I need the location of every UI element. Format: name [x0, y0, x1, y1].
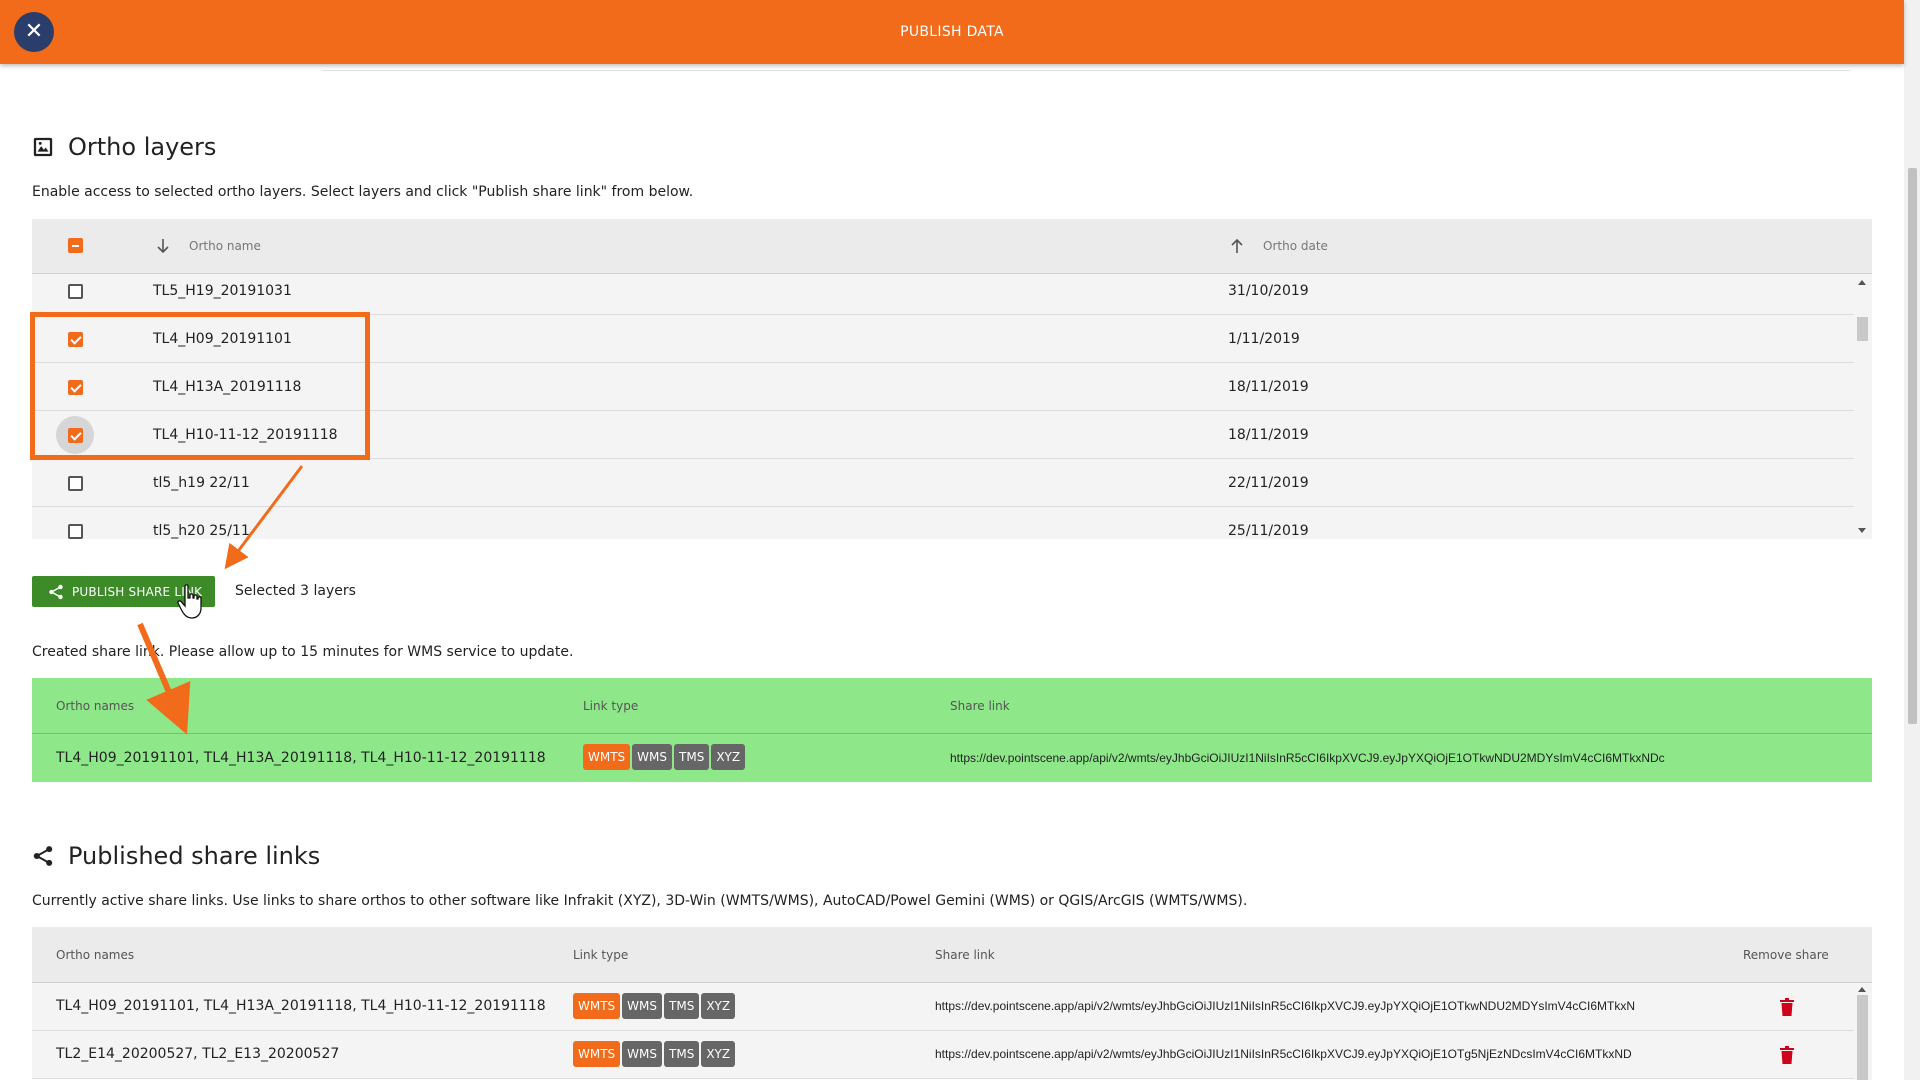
row-checkbox[interactable]: [68, 524, 83, 539]
select-all-checkbox[interactable]: [68, 238, 83, 253]
column-link-type: Link type: [583, 699, 639, 713]
column-ortho-date[interactable]: Ortho date: [1263, 219, 1328, 274]
annotation-arrows: [137, 465, 304, 735]
top-divider: [322, 70, 1850, 71]
ortho-table-scrollbar[interactable]: [1854, 274, 1872, 539]
chip-wms[interactable]: WMS: [622, 1041, 663, 1067]
ortho-section-title: Ortho layers: [32, 133, 216, 161]
page-scrollbar-thumb[interactable]: [1908, 168, 1917, 724]
chip-tms[interactable]: TMS: [674, 744, 710, 770]
created-share-info: Created share link. Please allow up to 1…: [32, 644, 574, 660]
sort-up-icon[interactable]: [1229, 237, 1245, 255]
column-ortho-names: Ortho names: [56, 699, 135, 713]
row-checkbox[interactable]: [68, 332, 83, 347]
table-row[interactable]: tl5_h19 22/11 22/11/2019: [32, 459, 1854, 507]
table-row: TL2_E14_20200527, TL2_E13_20200527 WMTS …: [32, 1031, 1854, 1079]
top-bar: ✕ PUBLISH DATA: [0, 0, 1904, 64]
chip-xyz[interactable]: XYZ: [701, 1041, 736, 1067]
published-ortho-names: TL2_E14_20200527, TL2_E13_20200527: [56, 1046, 340, 1062]
column-share-link: Share link: [950, 699, 1010, 713]
ortho-date: 31/10/2019: [1228, 283, 1309, 299]
published-table-scrollbar[interactable]: [1854, 983, 1872, 1080]
table-row[interactable]: TL5_H19_20191031 31/10/2019: [32, 274, 1854, 315]
ortho-description: Enable access to selected ortho layers. …: [32, 184, 694, 200]
table-row: TL4_H09_20191101, TL4_H13A_20191118, TL4…: [32, 983, 1854, 1031]
created-table-header: Ortho names Link type Share link: [32, 678, 1872, 734]
link-type-chips: WMTS WMS TMS XYZ: [583, 744, 746, 770]
row-checkbox[interactable]: [68, 284, 83, 299]
ortho-table-body: TL5_H19_20191031 31/10/2019 TL4_H09_2019…: [32, 274, 1854, 539]
ortho-date: 25/11/2019: [1228, 523, 1309, 539]
chip-wmts[interactable]: WMTS: [583, 744, 631, 770]
trash-icon[interactable]: [1780, 998, 1794, 1016]
column-link-type: Link type: [573, 948, 629, 962]
ortho-date: 18/11/2019: [1228, 427, 1309, 443]
chip-wmts[interactable]: WMTS: [573, 1041, 621, 1067]
scroll-down-icon[interactable]: [1858, 528, 1866, 533]
row-checkbox[interactable]: [68, 380, 83, 395]
published-title-text: Published share links: [68, 842, 321, 870]
page-scrollbar[interactable]: [1904, 0, 1920, 1080]
published-share-link[interactable]: https://dev.pointscene.app/api/v2/wmts/e…: [935, 999, 1718, 1013]
ortho-name: TL4_H09_20191101: [153, 331, 292, 347]
published-ortho-names: TL4_H09_20191101, TL4_H13A_20191118, TL4…: [56, 998, 546, 1014]
sort-down-icon[interactable]: [155, 237, 171, 255]
ortho-title-text: Ortho layers: [68, 133, 217, 161]
chip-tms[interactable]: TMS: [664, 1041, 700, 1067]
column-share-link: Share link: [935, 948, 995, 962]
ortho-date: 22/11/2019: [1228, 475, 1309, 491]
row-checkbox[interactable]: [68, 428, 83, 443]
ortho-name: tl5_h20 25/11: [153, 523, 250, 539]
published-section-title: Published share links: [32, 842, 320, 870]
ortho-name: TL5_H19_20191031: [153, 283, 292, 299]
selected-count: Selected 3 layers: [235, 583, 356, 599]
share-icon: [49, 584, 63, 599]
ortho-name: tl5_h19 22/11: [153, 475, 250, 491]
chip-wms[interactable]: WMS: [622, 993, 663, 1019]
page-title: PUBLISH DATA: [900, 24, 1004, 40]
column-remove-share: Remove share: [1743, 948, 1829, 962]
scroll-up-icon[interactable]: [1858, 280, 1866, 285]
published-description: Currently active share links. Use links …: [32, 893, 1248, 909]
link-type-chips: WMTS WMS TMS XYZ: [573, 1041, 736, 1067]
published-scrollbar-thumb[interactable]: [1857, 995, 1868, 1080]
published-links-table: Ortho names Link type Share link Remove …: [32, 927, 1872, 1080]
created-share-link[interactable]: https://dev.pointscene.app/api/v2/wmts/e…: [950, 751, 1748, 765]
column-ortho-name[interactable]: Ortho name: [189, 219, 261, 274]
chip-xyz[interactable]: XYZ: [711, 744, 746, 770]
ortho-name: TL4_H13A_20191118: [153, 379, 302, 395]
table-row[interactable]: TL4_H13A_20191118 18/11/2019: [32, 363, 1854, 411]
row-checkbox[interactable]: [68, 476, 83, 491]
ortho-scrollbar-thumb[interactable]: [1857, 317, 1868, 341]
created-ortho-names: TL4_H09_20191101, TL4_H13A_20191118, TL4…: [56, 750, 546, 766]
scroll-up-icon[interactable]: [1858, 987, 1866, 992]
column-ortho-names: Ortho names: [56, 948, 135, 962]
share-icon: [33, 846, 53, 866]
table-row[interactable]: TL4_H10-11-12_20191118 18/11/2019: [32, 411, 1854, 459]
published-table-header: Ortho names Link type Share link Remove …: [32, 927, 1872, 983]
image-icon: [33, 137, 53, 157]
trash-icon[interactable]: [1780, 1046, 1794, 1064]
ortho-date: 1/11/2019: [1228, 331, 1300, 347]
table-row[interactable]: tl5_h20 25/11 25/11/2019: [32, 507, 1854, 539]
hand-cursor-icon: [177, 584, 202, 619]
chip-wms[interactable]: WMS: [632, 744, 673, 770]
table-row[interactable]: TL4_H09_20191101 1/11/2019: [32, 315, 1854, 363]
chip-xyz[interactable]: XYZ: [701, 993, 736, 1019]
chip-tms[interactable]: TMS: [664, 993, 700, 1019]
chip-wmts[interactable]: WMTS: [573, 993, 621, 1019]
ortho-date: 18/11/2019: [1228, 379, 1309, 395]
created-share-table: Ortho names Link type Share link TL4_H09…: [32, 678, 1872, 782]
link-type-chips: WMTS WMS TMS XYZ: [573, 993, 736, 1019]
ortho-name: TL4_H10-11-12_20191118: [153, 427, 338, 443]
ortho-table-header: Ortho name Ortho date: [32, 219, 1872, 274]
ortho-table: Ortho name Ortho date TL5_H19_20191031 3…: [32, 219, 1872, 539]
published-share-link[interactable]: https://dev.pointscene.app/api/v2/wmts/e…: [935, 1047, 1718, 1061]
